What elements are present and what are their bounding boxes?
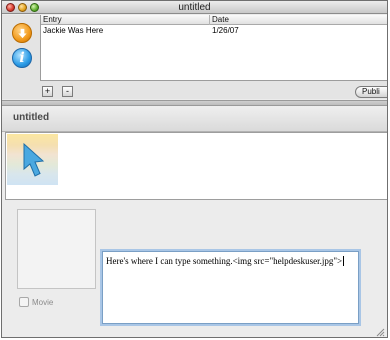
entry-text: Here's where I can type something.<img s… bbox=[106, 256, 343, 266]
editor-pane: Movie Here's where I can type something.… bbox=[2, 200, 387, 337]
app-window: untitled i Entry Date Jackie Was Here 1/… bbox=[1, 0, 388, 338]
remove-entry-button[interactable]: - bbox=[62, 86, 73, 97]
cursor-arrow-icon bbox=[23, 142, 45, 177]
add-entry-button[interactable]: + bbox=[42, 86, 53, 97]
publish-button[interactable]: Publi bbox=[355, 86, 387, 98]
entry-header: untitled bbox=[2, 106, 387, 132]
image-thumbnail[interactable] bbox=[7, 134, 58, 185]
entry-cell: Jackie Was Here bbox=[43, 26, 104, 35]
window-title: untitled bbox=[178, 2, 211, 13]
table-header: Entry Date bbox=[41, 15, 387, 25]
date-cell: 1/26/07 bbox=[212, 26, 239, 35]
table-row[interactable]: Jackie Was Here 1/26/07 bbox=[41, 26, 387, 36]
media-well[interactable] bbox=[17, 209, 96, 289]
text-caret bbox=[343, 256, 345, 266]
download-arrow-icon[interactable] bbox=[12, 23, 32, 43]
info-icon[interactable]: i bbox=[12, 48, 32, 68]
resize-grip-icon[interactable] bbox=[376, 328, 385, 337]
movie-checkbox[interactable] bbox=[19, 297, 29, 307]
entry-title: untitled bbox=[13, 112, 50, 123]
movie-label: Movie bbox=[32, 298, 54, 307]
image-strip[interactable] bbox=[5, 132, 387, 200]
column-header-entry[interactable]: Entry bbox=[41, 15, 210, 25]
entry-text-area[interactable]: Here's where I can type something.<img s… bbox=[102, 251, 359, 324]
entries-table[interactable]: Entry Date Jackie Was Here 1/26/07 bbox=[40, 15, 387, 81]
list-controls: + - Publi bbox=[2, 81, 387, 99]
title-bar[interactable]: untitled bbox=[2, 1, 387, 14]
column-header-date[interactable]: Date bbox=[210, 15, 387, 25]
